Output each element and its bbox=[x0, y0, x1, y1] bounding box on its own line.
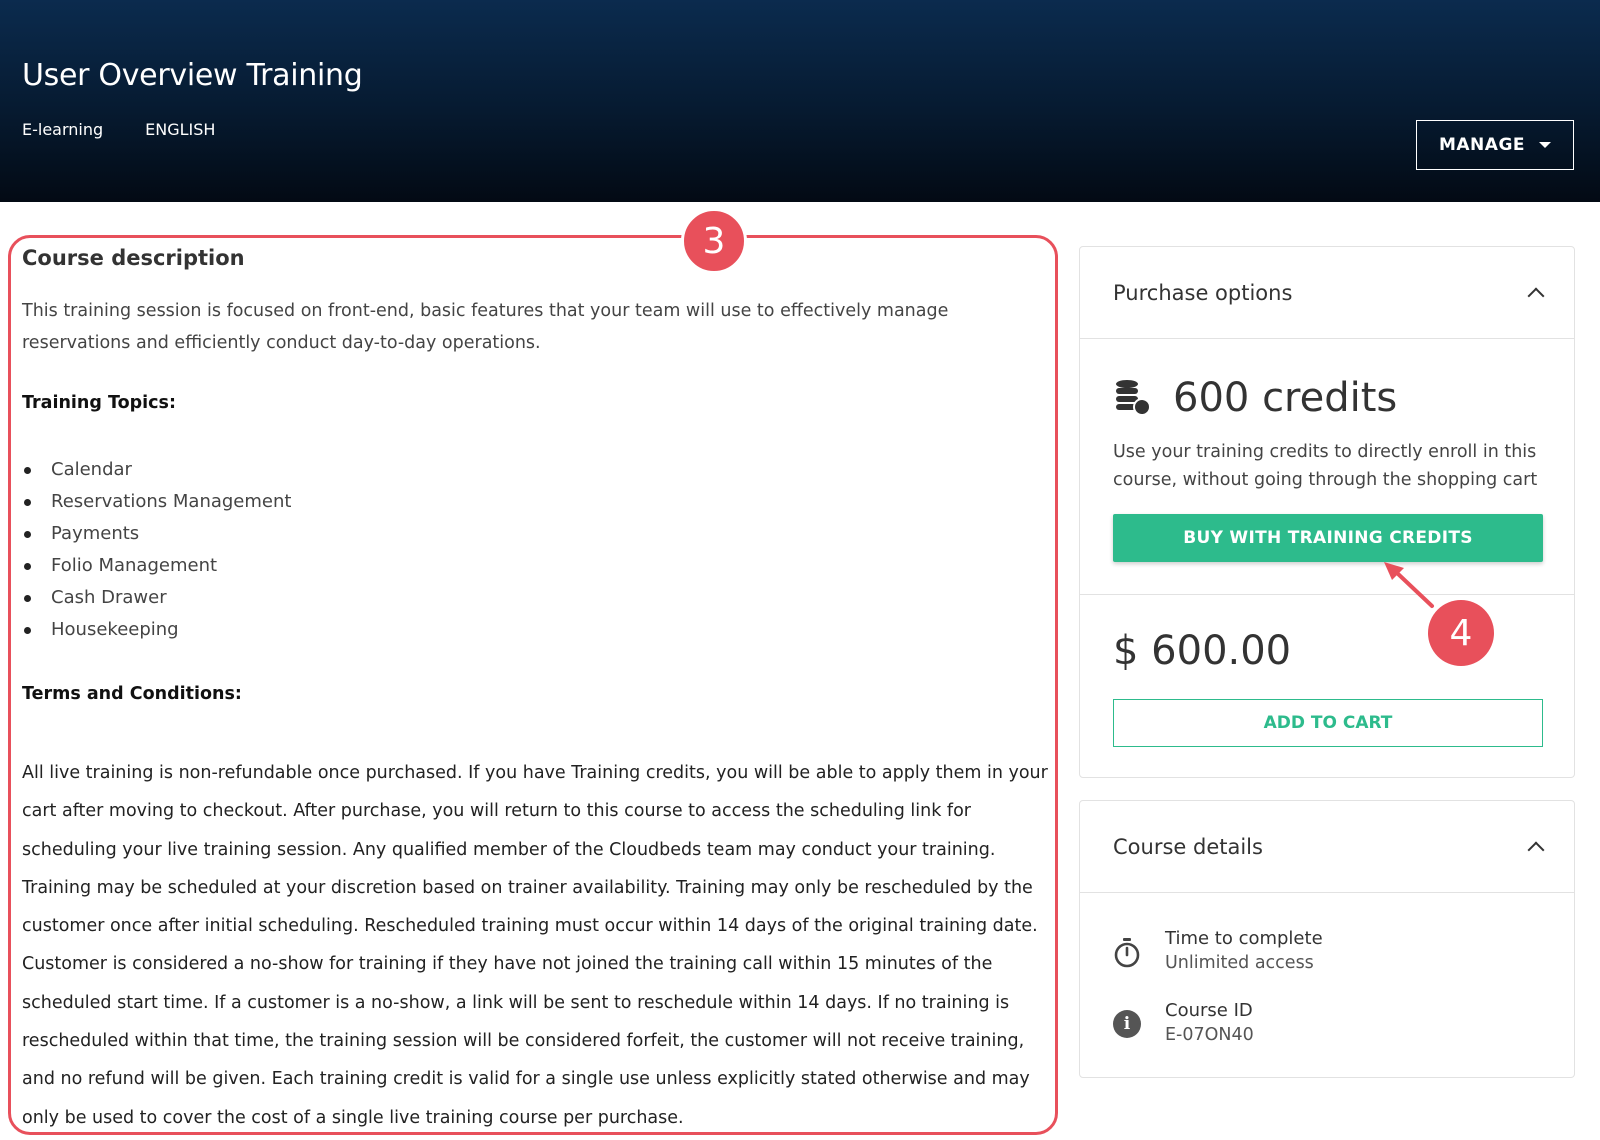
course-id-row: i Course ID E-07ON40 bbox=[1113, 999, 1254, 1047]
info-icon: i bbox=[1113, 1010, 1141, 1038]
page-title: User Overview Training bbox=[22, 58, 363, 93]
topic-label: Housekeeping bbox=[51, 619, 179, 640]
list-item: Folio Management bbox=[22, 550, 291, 582]
time-to-complete-row: Time to complete Unlimited access bbox=[1113, 927, 1323, 975]
topic-label: Cash Drawer bbox=[51, 587, 167, 608]
topic-label: Folio Management bbox=[51, 555, 218, 576]
list-item: Housekeeping bbox=[22, 614, 291, 646]
topic-label: Payments bbox=[51, 523, 140, 544]
chevron-up-icon bbox=[1527, 287, 1545, 304]
time-value: Unlimited access bbox=[1165, 953, 1314, 973]
divider bbox=[1080, 594, 1574, 595]
description-intro: This training session is focused on fron… bbox=[22, 301, 949, 353]
course-id: Course ID E-07ON40 bbox=[1165, 999, 1254, 1047]
credits-row: 600 credits bbox=[1113, 375, 1397, 421]
credits-note: Use your training credits to directly en… bbox=[1113, 442, 1538, 490]
bullet-icon bbox=[24, 562, 31, 570]
purchase-options-header[interactable]: Purchase options bbox=[1080, 247, 1574, 339]
bullet-icon bbox=[24, 530, 31, 538]
annotation-badge-4: 4 bbox=[1428, 600, 1494, 666]
annotation-badge-3: 3 bbox=[681, 208, 747, 274]
course-format: E-learning bbox=[22, 120, 104, 139]
bullet-icon bbox=[24, 466, 31, 474]
credits-amount: 600 credits bbox=[1173, 375, 1398, 421]
bullet-icon bbox=[24, 626, 31, 634]
chevron-up-icon bbox=[1527, 841, 1545, 858]
list-item: Reservations Management bbox=[22, 486, 291, 518]
topics-list: Calendar Reservations Management Payment… bbox=[22, 454, 291, 646]
time-to-complete: Time to complete Unlimited access bbox=[1165, 927, 1323, 975]
caret-down-icon bbox=[1539, 142, 1552, 148]
course-details-title: Course details bbox=[1113, 834, 1263, 859]
course-header: User Overview Training E-learning ENGLIS… bbox=[0, 0, 1600, 202]
terms-label: Terms and Conditions: bbox=[22, 684, 242, 704]
coins-stack-icon bbox=[1116, 380, 1151, 416]
stopwatch-icon bbox=[1114, 938, 1140, 968]
add-to-cart-button[interactable]: ADD TO CART bbox=[1113, 699, 1543, 747]
course-id-label: Course ID bbox=[1165, 1000, 1253, 1021]
buy-with-credits-button[interactable]: BUY WITH TRAINING CREDITS bbox=[1113, 514, 1543, 562]
topics-label: Training Topics: bbox=[22, 393, 176, 413]
course-id-value: E-07ON40 bbox=[1165, 1025, 1254, 1045]
bullet-icon bbox=[24, 498, 31, 506]
time-label: Time to complete bbox=[1165, 928, 1323, 949]
course-meta: E-learning ENGLISH bbox=[22, 120, 215, 139]
terms-text: All live training is non-refundable once… bbox=[22, 763, 1048, 1128]
course-details-card: Course details Time to complete Unlimite… bbox=[1079, 800, 1575, 1078]
list-item: Payments bbox=[22, 518, 291, 550]
course-details-header[interactable]: Course details bbox=[1080, 801, 1574, 893]
manage-button[interactable]: MANAGE bbox=[1416, 120, 1574, 170]
manage-label: MANAGE bbox=[1438, 135, 1526, 155]
course-language: ENGLISH bbox=[145, 120, 216, 139]
description-heading: Course description bbox=[22, 246, 245, 270]
bullet-icon bbox=[24, 594, 31, 602]
list-item: Cash Drawer bbox=[22, 582, 291, 614]
topic-label: Reservations Management bbox=[51, 491, 292, 512]
price: $ 600.00 bbox=[1113, 628, 1292, 674]
list-item: Calendar bbox=[22, 454, 291, 486]
purchase-options-card: Purchase options 600 credits Use your tr… bbox=[1079, 246, 1575, 778]
topic-label: Calendar bbox=[51, 459, 132, 480]
purchase-options-title: Purchase options bbox=[1113, 280, 1293, 305]
